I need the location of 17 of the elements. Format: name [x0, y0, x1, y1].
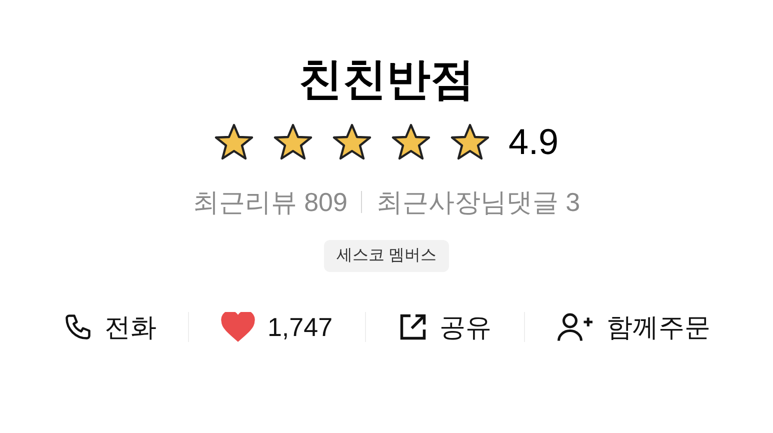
phone-button[interactable]: 전화: [46, 310, 172, 344]
share-icon: [398, 312, 428, 342]
group-button[interactable]: 함께주문: [540, 310, 726, 344]
review-stat: 최근리뷰 809: [192, 186, 348, 219]
add-person-icon: [556, 312, 594, 342]
star-icon: [332, 123, 372, 161]
like-button[interactable]: 1,747: [205, 310, 349, 344]
share-button[interactable]: 공유: [382, 310, 508, 344]
star-icon: [273, 123, 314, 161]
star-icon: [450, 123, 490, 161]
star-icon: [391, 123, 432, 161]
review-stat: 최근사장님댓글 3: [376, 186, 580, 219]
store-name: 친친반점: [298, 54, 474, 106]
phone-icon: [62, 312, 92, 342]
membership-tag: 세스코 멤버스: [324, 240, 449, 272]
star-icon: [214, 123, 254, 161]
rating-value: 4.9: [508, 120, 559, 164]
